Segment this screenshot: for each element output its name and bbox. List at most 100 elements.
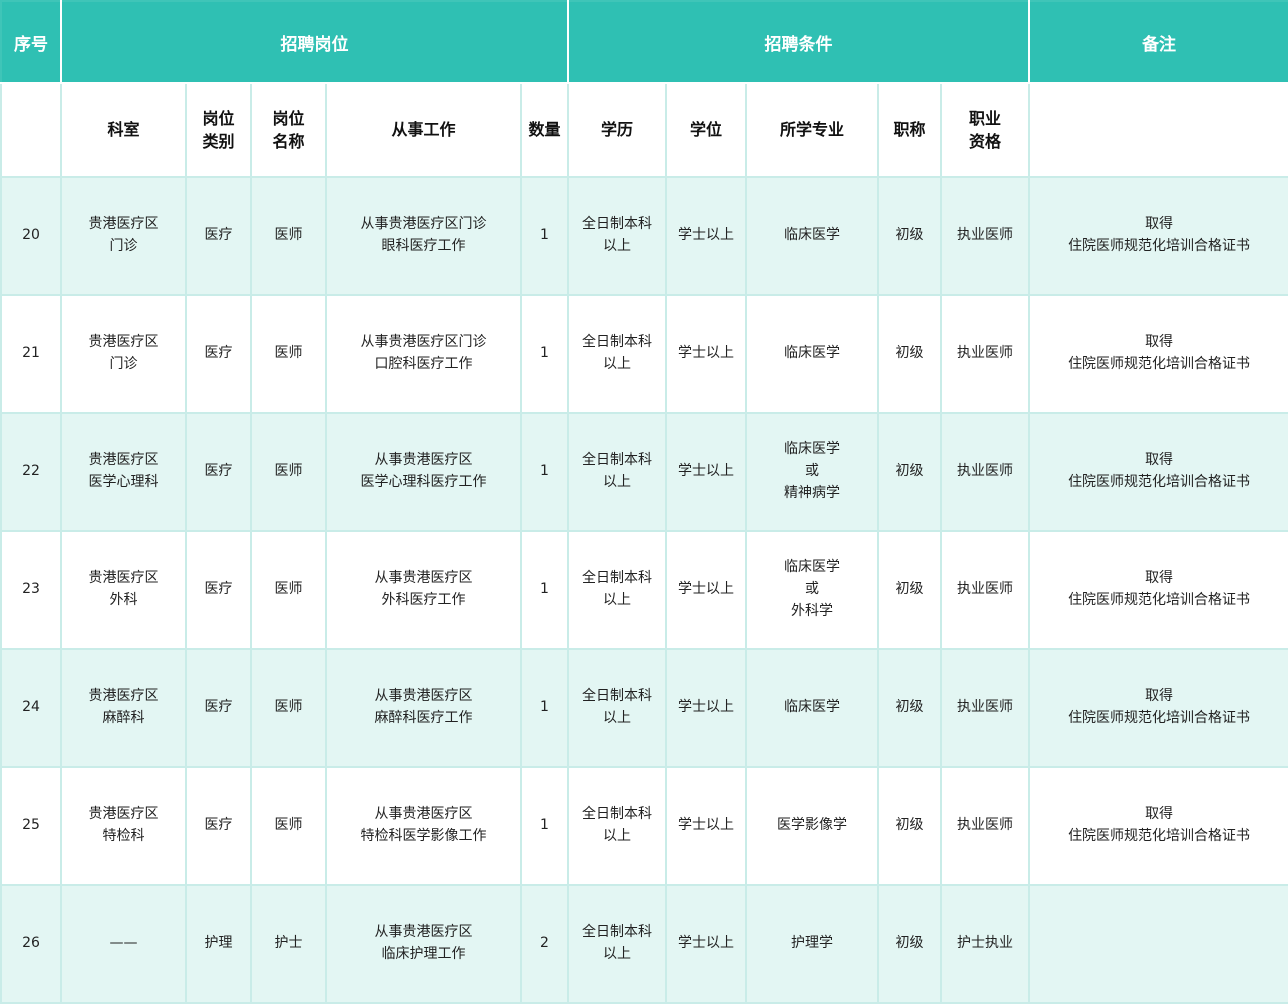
recruitment-table-container: 序号 招聘岗位 招聘条件 备注 科室 岗位 类别 岗位 名称 从事工作 数量 学…: [0, 0, 1288, 1004]
cell-department: 贵港医疗区 外科: [61, 531, 186, 649]
cell-position-category: 医疗: [186, 649, 251, 767]
cell-quantity: 1: [521, 531, 568, 649]
recruitment-table: 序号 招聘岗位 招聘条件 备注 科室 岗位 类别 岗位 名称 从事工作 数量 学…: [0, 0, 1288, 1004]
table-row-23: 23 贵港医疗区 外科 医疗 医师 从事贵港医疗区 外科医疗工作 1 全日制本科…: [1, 531, 1288, 649]
subheader-duties: 从事工作: [326, 83, 521, 177]
cell-education: 全日制本科 以上: [568, 295, 666, 413]
cell-seq: 23: [1, 531, 61, 649]
subheader-position-category: 岗位 类别: [186, 83, 251, 177]
subheader-quantity: 数量: [521, 83, 568, 177]
cell-department: 贵港医疗区 门诊: [61, 295, 186, 413]
subheader-education: 学历: [568, 83, 666, 177]
cell-degree: 学士以上: [666, 177, 746, 295]
subheader-empty-remark: [1029, 83, 1288, 177]
group-header-row: 序号 招聘岗位 招聘条件 备注: [1, 1, 1288, 83]
cell-position-category: 医疗: [186, 295, 251, 413]
cell-position-name: 医师: [251, 649, 326, 767]
cell-title: 初级: [878, 177, 941, 295]
cell-education: 全日制本科 以上: [568, 885, 666, 1003]
cell-seq: 26: [1, 885, 61, 1003]
cell-department: 贵港医疗区 医学心理科: [61, 413, 186, 531]
cell-title: 初级: [878, 649, 941, 767]
cell-qualification: 执业医师: [941, 177, 1029, 295]
table-row-25: 25 贵港医疗区 特检科 医疗 医师 从事贵港医疗区 特检科医学影像工作 1 全…: [1, 767, 1288, 885]
cell-position-name: 护士: [251, 885, 326, 1003]
table-row-24: 24 贵港医疗区 麻醉科 医疗 医师 从事贵港医疗区 麻醉科医疗工作 1 全日制…: [1, 649, 1288, 767]
cell-major: 临床医学: [746, 649, 878, 767]
cell-quantity: 1: [521, 177, 568, 295]
header-condition-group: 招聘条件: [568, 1, 1029, 83]
cell-position-name: 医师: [251, 531, 326, 649]
cell-qualification: 执业医师: [941, 767, 1029, 885]
cell-major: 临床医学: [746, 295, 878, 413]
cell-degree: 学士以上: [666, 413, 746, 531]
cell-duties: 从事贵港医疗区 临床护理工作: [326, 885, 521, 1003]
subheader-department: 科室: [61, 83, 186, 177]
cell-education: 全日制本科 以上: [568, 413, 666, 531]
cell-education: 全日制本科 以上: [568, 531, 666, 649]
cell-title: 初级: [878, 531, 941, 649]
cell-title: 初级: [878, 295, 941, 413]
table-row-22: 22 贵港医疗区 医学心理科 医疗 医师 从事贵港医疗区 医学心理科医疗工作 1…: [1, 413, 1288, 531]
cell-major: 临床医学 或 精神病学: [746, 413, 878, 531]
header-remark: 备注: [1029, 1, 1288, 83]
cell-quantity: 1: [521, 295, 568, 413]
cell-position-name: 医师: [251, 177, 326, 295]
cell-qualification: 执业医师: [941, 649, 1029, 767]
cell-remark: [1029, 885, 1288, 1003]
cell-title: 初级: [878, 767, 941, 885]
cell-title: 初级: [878, 885, 941, 1003]
cell-remark: 取得 住院医师规范化培训合格证书: [1029, 413, 1288, 531]
cell-major: 护理学: [746, 885, 878, 1003]
table-row-20: 20 贵港医疗区 门诊 医疗 医师 从事贵港医疗区门诊 眼科医疗工作 1 全日制…: [1, 177, 1288, 295]
cell-department: 贵港医疗区 麻醉科: [61, 649, 186, 767]
cell-major: 临床医学: [746, 177, 878, 295]
subheader-major: 所学专业: [746, 83, 878, 177]
subheader-qualification: 职业 资格: [941, 83, 1029, 177]
cell-seq: 22: [1, 413, 61, 531]
cell-department: ——: [61, 885, 186, 1003]
cell-degree: 学士以上: [666, 885, 746, 1003]
cell-quantity: 2: [521, 885, 568, 1003]
cell-qualification: 执业医师: [941, 413, 1029, 531]
sub-header-row: 科室 岗位 类别 岗位 名称 从事工作 数量 学历 学位 所学专业 职称 职业 …: [1, 83, 1288, 177]
cell-position-name: 医师: [251, 767, 326, 885]
cell-degree: 学士以上: [666, 531, 746, 649]
cell-department: 贵港医疗区 特检科: [61, 767, 186, 885]
cell-remark: 取得 住院医师规范化培训合格证书: [1029, 295, 1288, 413]
subheader-empty-seq: [1, 83, 61, 177]
cell-position-name: 医师: [251, 295, 326, 413]
cell-duties: 从事贵港医疗区 外科医疗工作: [326, 531, 521, 649]
cell-duties: 从事贵港医疗区 麻醉科医疗工作: [326, 649, 521, 767]
cell-qualification: 执业医师: [941, 295, 1029, 413]
cell-department: 贵港医疗区 门诊: [61, 177, 186, 295]
cell-duties: 从事贵港医疗区 医学心理科医疗工作: [326, 413, 521, 531]
cell-quantity: 1: [521, 767, 568, 885]
cell-position-category: 护理: [186, 885, 251, 1003]
cell-degree: 学士以上: [666, 295, 746, 413]
cell-seq: 20: [1, 177, 61, 295]
cell-remark: 取得 住院医师规范化培训合格证书: [1029, 649, 1288, 767]
cell-position-name: 医师: [251, 413, 326, 531]
subheader-degree: 学位: [666, 83, 746, 177]
cell-duties: 从事贵港医疗区门诊 口腔科医疗工作: [326, 295, 521, 413]
cell-education: 全日制本科 以上: [568, 649, 666, 767]
subheader-position-name: 岗位 名称: [251, 83, 326, 177]
cell-degree: 学士以上: [666, 649, 746, 767]
cell-remark: 取得 住院医师规范化培训合格证书: [1029, 767, 1288, 885]
cell-position-category: 医疗: [186, 767, 251, 885]
header-position-group: 招聘岗位: [61, 1, 568, 83]
cell-title: 初级: [878, 413, 941, 531]
cell-qualification: 执业医师: [941, 531, 1029, 649]
cell-duties: 从事贵港医疗区 特检科医学影像工作: [326, 767, 521, 885]
cell-remark: 取得 住院医师规范化培训合格证书: [1029, 177, 1288, 295]
cell-quantity: 1: [521, 413, 568, 531]
subheader-title: 职称: [878, 83, 941, 177]
table-row-21: 21 贵港医疗区 门诊 医疗 医师 从事贵港医疗区门诊 口腔科医疗工作 1 全日…: [1, 295, 1288, 413]
cell-qualification: 护士执业: [941, 885, 1029, 1003]
cell-major: 医学影像学: [746, 767, 878, 885]
cell-education: 全日制本科 以上: [568, 767, 666, 885]
cell-quantity: 1: [521, 649, 568, 767]
cell-seq: 25: [1, 767, 61, 885]
cell-position-category: 医疗: [186, 531, 251, 649]
